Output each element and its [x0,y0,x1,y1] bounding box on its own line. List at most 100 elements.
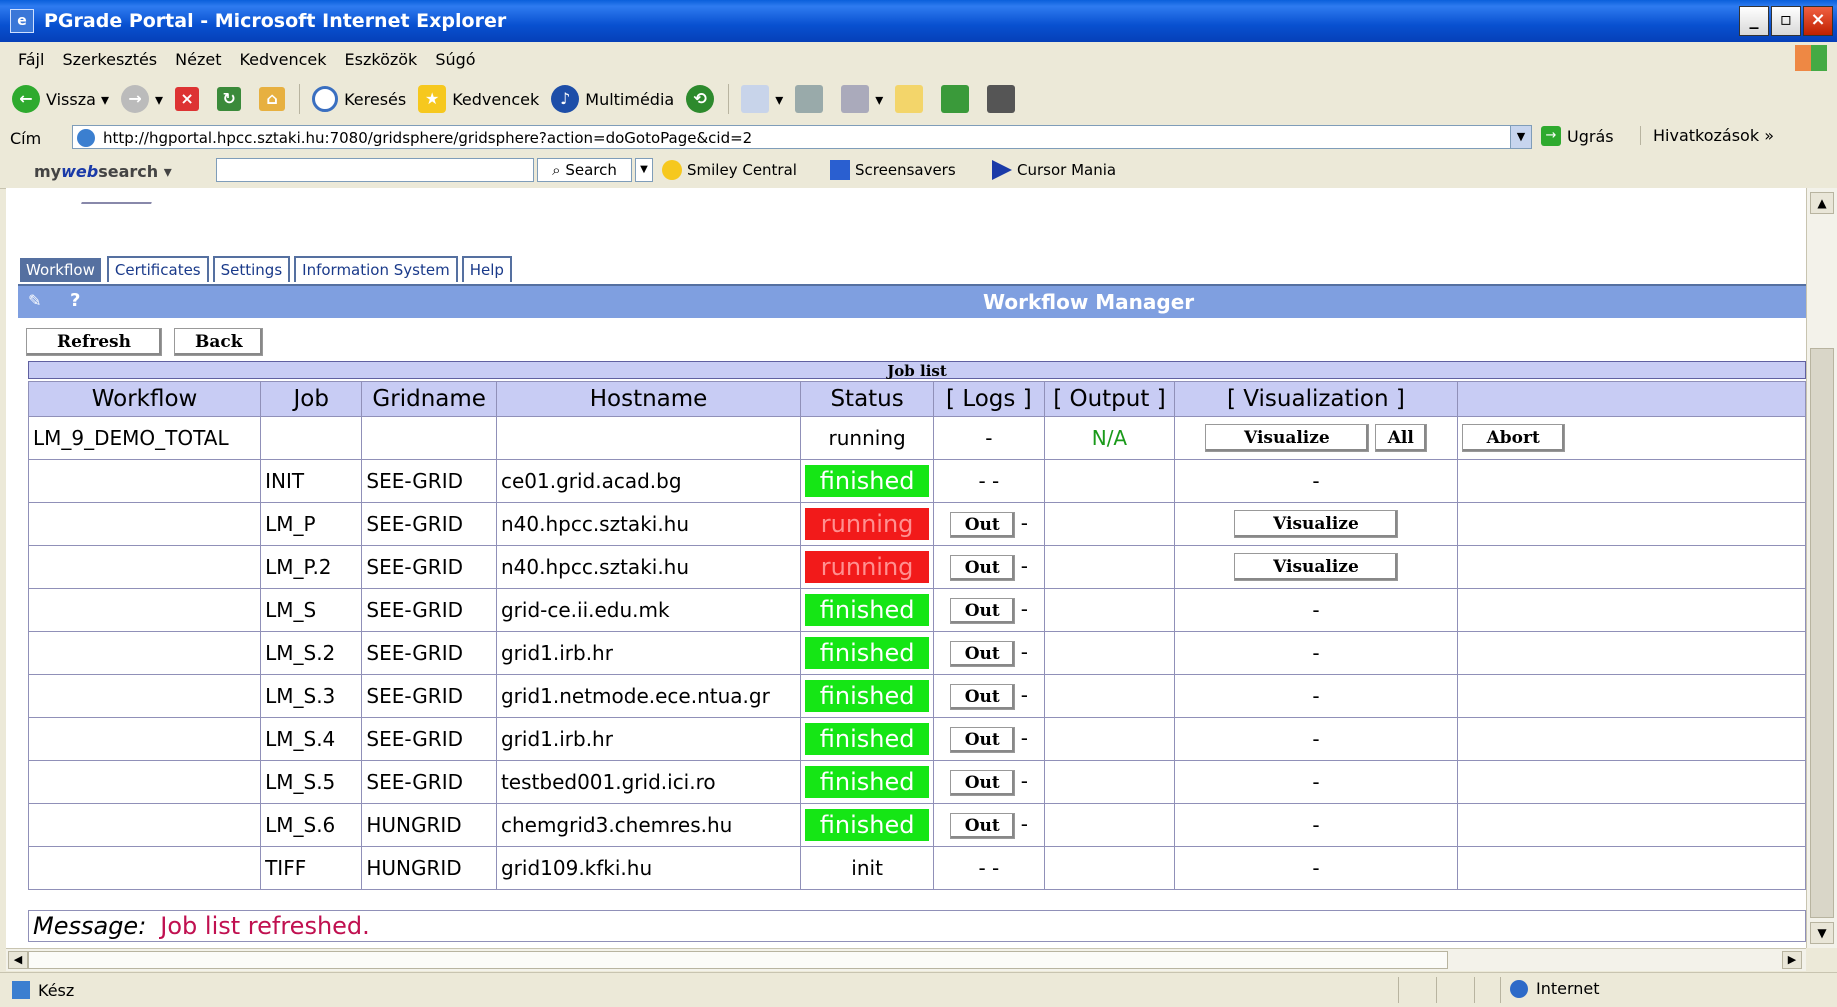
refresh-button[interactable]: ↻ [217,87,247,111]
horizontal-scrollbar[interactable]: ◀ ▶ [6,948,1806,971]
close-button[interactable]: × [1803,6,1833,36]
menu-bar: Fájl Szerkesztés Nézet Kedvencek Eszközö… [0,42,1837,77]
folder-button[interactable] [895,85,929,113]
tab-help[interactable]: Help [461,256,512,282]
screensavers-link[interactable]: Screensavers [830,160,956,180]
out-button[interactable]: Out [949,640,1015,667]
row-job: LM_S [260,588,363,632]
help-icon[interactable]: ? [70,290,80,311]
go-button[interactable]: → Ugrás [1541,126,1614,146]
row-hostname: grid1.irb.hr [495,717,802,761]
scroll-left-icon[interactable]: ◀ [8,951,28,969]
websearch-search-button[interactable]: ⌕ Search [537,158,632,182]
table-row: LM_S.5 SEE-GRID testbed001.grid.ici.ro fini… [27,760,1806,804]
scroll-down-icon[interactable]: ▼ [1810,922,1834,944]
address-bar: Cím http://hgportal.hpcc.sztaki.hu:7080/… [0,122,1837,155]
status-badge: running [805,508,930,540]
row-gridname: SEE-GRID [361,631,497,675]
tab-information-system[interactable]: Information System [294,256,458,282]
row-actions [1456,588,1806,632]
status-badge: finished [805,465,930,497]
tab-workflow[interactable]: Workflow [18,256,103,282]
websearch-dropdown[interactable]: ▼ [635,158,653,182]
workflow-visualize-button[interactable]: Visualize [1205,424,1369,452]
workflow-abort-button[interactable]: Abort [1461,424,1565,452]
status-badge: running [805,551,930,583]
search-button[interactable]: Keresés [312,86,406,112]
row-logs-cell: Out - [933,717,1045,761]
logs-dash: - - [978,469,1000,493]
research-button[interactable] [987,85,1021,113]
scroll-right-icon[interactable]: ▶ [1782,951,1802,969]
edit-pencil-icon[interactable]: ✎ [28,291,41,310]
row-output [1043,502,1176,546]
smiley-central-link[interactable]: Smiley Central [662,160,797,180]
stop-button[interactable]: × [175,87,205,111]
refresh-list-button[interactable]: Refresh [26,328,162,356]
horizontal-scroll-thumb[interactable] [28,951,1448,969]
row-visualization-cell: - [1174,846,1458,890]
row-visualization-cell: Visualize [1174,502,1458,546]
row-actions [1456,717,1806,761]
favorites-button[interactable]: ★ Kedvencek [418,85,539,113]
cursor-mania-link[interactable]: Cursor Mania [992,160,1116,180]
status-badge: finished [805,637,930,669]
col-actions [1456,381,1806,417]
out-button[interactable]: Out [949,683,1015,710]
minimize-button[interactable]: _ [1739,6,1769,36]
websearch-input[interactable] [216,158,534,182]
out-button[interactable]: Out [949,769,1015,796]
back-list-button[interactable]: Back [173,328,264,356]
out-button[interactable]: Out [949,511,1015,538]
page-icon [77,129,95,147]
menu-favorites[interactable]: Kedvencek [239,50,326,69]
workflow-all-button[interactable]: All [1374,424,1427,452]
out-button[interactable]: Out [949,812,1015,839]
address-input[interactable]: http://hgportal.hpcc.sztaki.hu:7080/grid… [72,125,1532,149]
mail-button[interactable]: ▾ [741,85,783,113]
forward-button[interactable]: → ▾ [121,85,163,113]
row-status-cell: running [800,545,935,589]
back-button[interactable]: ← Vissza ▾ [12,85,109,113]
row-visualization-cell: Visualize [1174,545,1458,589]
folder-icon [895,85,924,113]
row-job: LM_S.4 [260,717,363,761]
row-status-cell: finished [800,717,935,761]
tab-settings[interactable]: Settings [212,256,291,282]
history-button[interactable]: ⟲ [686,85,720,113]
table-row: LM_P.2 SEE-GRID n40.hpcc.sztaki.hu running O… [27,545,1806,589]
menu-tools[interactable]: Eszközök [345,50,418,69]
home-button[interactable]: ⌂ [259,87,291,111]
row-output [1043,674,1176,718]
tab-certificates[interactable]: Certificates [106,256,209,282]
visualize-button[interactable]: Visualize [1234,553,1398,581]
links-button[interactable]: Hivatkozások » [1640,126,1774,145]
logs-dash: - - [978,856,1000,880]
menu-view[interactable]: Nézet [175,50,221,69]
table-row: LM_S.4 SEE-GRID grid1.irb.hr finished Out - - [27,717,1806,761]
out-button[interactable]: Out [949,597,1015,624]
col-workflow: Workflow [27,381,262,417]
out-button[interactable]: Out [949,726,1015,753]
row-gridname: SEE-GRID [361,760,497,804]
maximize-button[interactable]: ▫ [1771,6,1801,36]
visualize-button[interactable]: Visualize [1234,510,1398,538]
media-button[interactable]: ♪ Multimédia [551,85,674,113]
address-dropdown-icon[interactable]: ▼ [1510,126,1531,148]
page-status-icon [12,981,30,999]
scroll-up-icon[interactable]: ▲ [1810,192,1834,214]
websearch-brand[interactable]: mywebsearch ▾ [34,162,172,181]
vertical-scroll-thumb[interactable] [1810,348,1834,918]
menu-edit[interactable]: Szerkesztés [62,50,157,69]
edit-button[interactable]: ▾ [841,85,883,113]
messenger-button[interactable] [941,85,975,113]
vertical-scrollbar[interactable]: ▲ ▼ [1806,188,1837,948]
row-workflow [27,502,262,546]
menu-file[interactable]: Fájl [18,50,44,69]
row-workflow [27,631,262,675]
out-button[interactable]: Out [949,554,1015,581]
menu-help[interactable]: Súgó [435,50,475,69]
print-button[interactable] [795,85,829,113]
row-hostname: grid1.netmode.ece.ntua.gr [495,674,802,718]
row-visualization-cell: - [1174,674,1458,718]
